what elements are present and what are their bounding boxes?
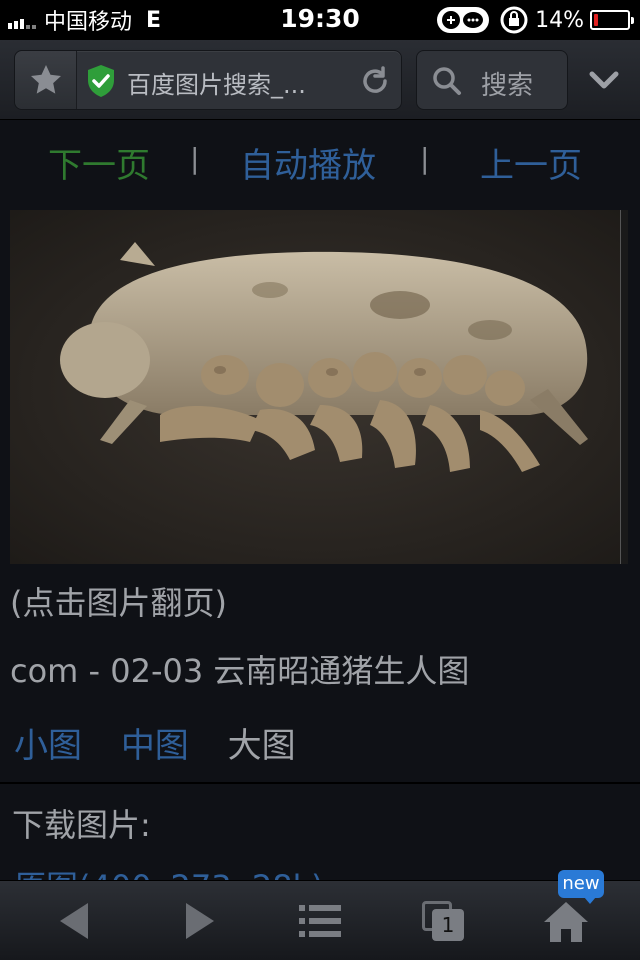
battery-percent: 14% [535,7,584,33]
tab-count: 1 [432,909,464,941]
search-box[interactable]: 搜索 [416,50,568,110]
size-options: 小图 中图 大图 [14,718,324,767]
address-bar[interactable]: 百度图片搜索_... [14,50,402,110]
status-bar: 中国移动 E 19:30 14% [0,0,640,40]
search-placeholder: 搜索 [481,71,534,101]
forward-arrow-icon [186,903,214,939]
photo-illustration [10,210,628,564]
large-size-label: 大图 [227,726,296,766]
photo-edge [620,210,628,564]
main-photo[interactable] [10,210,628,564]
page-title[interactable]: 百度图片搜索_... [127,65,363,100]
chevron-down-icon[interactable] [584,64,624,96]
image-caption: com - 02-03 云南昭通猪生人图 [10,652,470,690]
medium-size-link[interactable]: 中图 [121,726,189,766]
autoplay-link[interactable]: 自动播放 [240,138,376,187]
new-badge: new [558,870,604,904]
small-size-link[interactable]: 小图 [14,726,82,766]
forward-button[interactable] [172,895,228,947]
rotation-lock-icon [499,5,529,35]
prev-page-link[interactable]: 上一页 [480,138,582,187]
nav-separator: | [190,142,200,175]
next-page-link[interactable]: 下一页 [48,138,150,187]
bottom-toolbar: 1 [0,880,640,960]
menu-list-icon [299,905,341,937]
shield-check-icon [88,65,114,97]
bookmark-button[interactable] [15,51,77,109]
tabs-button[interactable]: 1 [414,895,470,947]
page-nav: 下一页 | 自动播放 | 上一页 [0,132,640,192]
back-arrow-icon [60,903,88,939]
menu-button[interactable] [292,895,348,947]
battery-level [594,14,598,26]
search-icon [433,67,461,95]
status-right: 14% [437,5,634,35]
reload-icon[interactable] [359,65,391,97]
plus-chat-icon [437,7,490,33]
star-icon [30,65,61,94]
tap-hint: (点击图片翻页) [10,584,227,622]
nav-separator: | [420,142,430,175]
tabs-icon: 1 [418,899,466,943]
download-label: 下载图片: [12,806,151,844]
home-icon [544,902,588,942]
back-button[interactable] [46,895,102,947]
browser-toolbar: 百度图片搜索_... 搜索 [0,40,640,120]
divider [0,782,640,784]
battery-icon [590,10,634,30]
